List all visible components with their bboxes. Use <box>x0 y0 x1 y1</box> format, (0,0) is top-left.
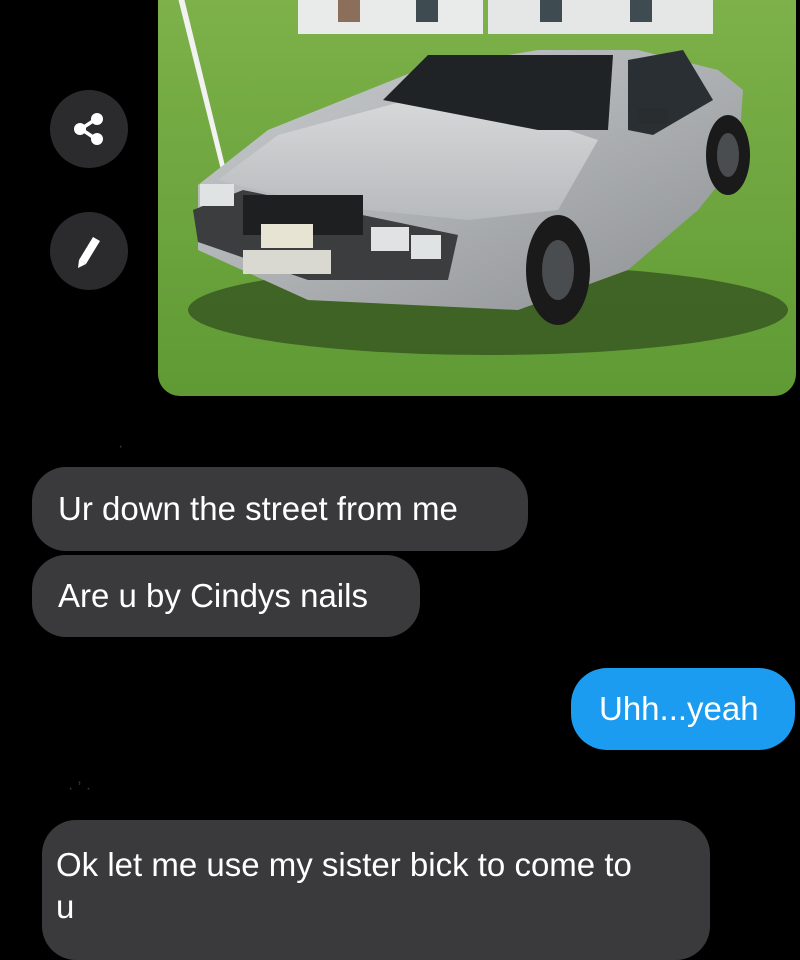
pencil-icon <box>78 237 100 268</box>
share-icon <box>74 113 103 145</box>
message-text: Are u by Cindys nails <box>58 577 368 614</box>
message-bubble-incoming[interactable]: Ur down the street from me <box>32 467 528 551</box>
message-text: Ur down the street from me <box>58 490 458 527</box>
car-photo <box>158 0 796 396</box>
message-bubble-incoming[interactable]: Ok let me use my sister bick to come to … <box>42 820 710 960</box>
message-text: Ok let me use my sister bick to come to … <box>56 846 632 925</box>
edit-button[interactable] <box>50 212 128 290</box>
message-text: Uhh...yeah <box>599 690 759 727</box>
faint-sender-label: · ʼ · <box>68 780 92 797</box>
share-button[interactable] <box>50 90 128 168</box>
message-bubble-outgoing[interactable]: Uhh...yeah <box>571 668 795 750</box>
message-bubble-incoming[interactable]: Are u by Cindys nails <box>32 555 420 637</box>
photo-message[interactable] <box>158 0 796 396</box>
faint-mark: · <box>118 438 124 455</box>
